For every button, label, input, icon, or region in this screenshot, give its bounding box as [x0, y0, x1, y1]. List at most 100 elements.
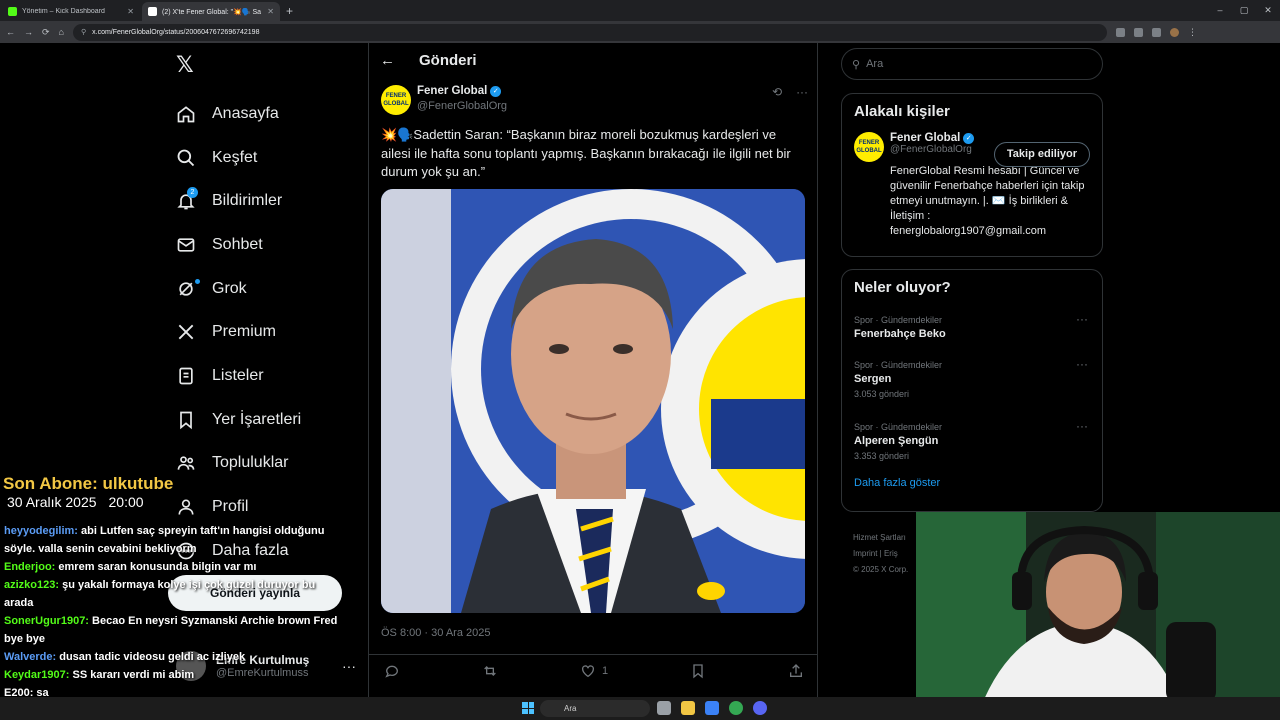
extension-icon[interactable]: [1151, 27, 1161, 37]
trend-more-icon[interactable]: ···: [1076, 419, 1088, 433]
nav-bookmarks[interactable]: Yer İşaretleri: [176, 398, 301, 442]
nav-communities[interactable]: Topluluklar: [176, 442, 301, 486]
taskbar: Ara: [0, 697, 1280, 720]
page-title: Gönderi: [419, 52, 477, 69]
person-bio: FenerGlobal Resmi hesabı | Güncel ve güv…: [890, 165, 1085, 237]
close-tab-icon[interactable]: ✕: [127, 7, 134, 16]
tab-title: Yönetim – Kick Dashboard: [22, 8, 105, 15]
like-button[interactable]: 1: [580, 663, 608, 679]
trend-more-icon[interactable]: ···: [1076, 357, 1088, 371]
store-icon[interactable]: [705, 701, 719, 715]
browser-tab-x[interactable]: (2) X'te Fener Global: "💥🗣️ Sa… ✕: [142, 2, 280, 21]
x-logo-icon[interactable]: 𝕏: [176, 52, 194, 78]
chat-user: Walverde:: [4, 651, 57, 663]
author-avatar[interactable]: FENER GLOBAL: [381, 85, 411, 115]
footer-link[interactable]: Hizmet Şartları: [853, 530, 923, 546]
post-timestamp[interactable]: ÖS 8:00 · 30 Ara 2025: [381, 627, 490, 639]
nav-chat[interactable]: Sohbet: [176, 223, 301, 267]
browser-tab-bar: Yönetim – Kick Dashboard ✕ (2) X'te Fene…: [0, 0, 1280, 21]
footer-links: Hizmet Şartları Imprint | Eriş © 2025 X …: [853, 530, 923, 578]
heart-icon: [581, 665, 594, 678]
tab-title: (2) X'te Fener Global: "💥🗣️ Sa…: [162, 8, 263, 16]
nav-label: Yer İşaretleri: [212, 410, 302, 428]
nav-label: Anasayfa: [212, 104, 279, 122]
account-more-icon[interactable]: ···: [342, 658, 356, 674]
primary-nav: Anasayfa Keşfet 2 Bildirimler Sohbet Gro…: [176, 92, 301, 573]
browser-menu-icon[interactable]: ⋮: [1188, 27, 1197, 38]
back-icon[interactable]: ←: [6, 27, 15, 37]
share-icon: [790, 664, 802, 677]
site-info-icon[interactable]: ⚲: [81, 28, 86, 36]
home-browser-icon[interactable]: ⌂: [59, 27, 64, 37]
search-icon: ⚲: [852, 58, 861, 71]
post-more-icon[interactable]: ···: [796, 85, 808, 99]
bookmark-icon: [693, 664, 703, 679]
nav-lists[interactable]: Listeler: [176, 354, 301, 398]
chat-user: azizko123:: [4, 579, 60, 591]
taskbar-search[interactable]: Ara: [540, 700, 650, 717]
show-more-link[interactable]: Daha fazla göster: [842, 471, 1102, 501]
nav-explore[interactable]: Keşfet: [176, 136, 301, 180]
avatar[interactable]: FENER GLOBAL: [854, 132, 884, 162]
browser-tab-kick[interactable]: Yönetim – Kick Dashboard ✕: [2, 2, 140, 21]
search-input[interactable]: ⚲ Ara: [841, 48, 1103, 80]
discord-icon[interactable]: [753, 701, 767, 715]
nav-grok[interactable]: Grok: [176, 267, 301, 311]
person-handle[interactable]: @FenerGlobalOrg: [890, 144, 974, 155]
nav-label: Premium: [212, 323, 277, 341]
author-name[interactable]: Fener Global: [417, 85, 487, 97]
nav-label: Bildirimler: [212, 192, 283, 210]
post-text: 💥🗣️Sadettin Saran: “Başkanın biraz morel…: [381, 127, 791, 179]
panel-title: Neler oluyor?: [854, 279, 951, 296]
close-tab-icon[interactable]: ✕: [267, 7, 274, 16]
reply-button[interactable]: [384, 663, 400, 679]
stream-date: 30 Aralık 2025: [7, 494, 97, 510]
forward-icon[interactable]: →: [24, 27, 33, 37]
extension-icon[interactable]: [1133, 27, 1143, 37]
nav-notifications[interactable]: 2 Bildirimler: [176, 179, 301, 223]
person-icon: [176, 497, 196, 517]
nav-premium[interactable]: Premium: [176, 310, 301, 354]
minimize-button[interactable]: –: [1208, 0, 1232, 21]
trend-item[interactable]: Spor · Gündemdekiler Alperen Şengün 3.35…: [842, 413, 1102, 471]
trends-panel: Neler oluyor? Spor · Gündemdekiler Fener…: [841, 269, 1103, 512]
trend-item[interactable]: Spor · Gündemdekiler Sergen 3.053 gönder…: [842, 351, 1102, 413]
stream-chat: heyyodegilim: abi Lutfen saç spreyin taf…: [4, 522, 344, 702]
person-name[interactable]: Fener Global: [890, 132, 960, 144]
bookmark-icon: [176, 410, 196, 430]
trend-more-icon[interactable]: ···: [1076, 312, 1088, 326]
search-placeholder: Ara: [866, 58, 884, 70]
close-window-button[interactable]: ✕: [1256, 0, 1280, 21]
nav-label: Grok: [212, 279, 247, 297]
extension-icon[interactable]: [1115, 27, 1125, 37]
list-icon: [176, 366, 196, 386]
chrome-icon[interactable]: [729, 701, 743, 715]
repost-button[interactable]: [482, 663, 498, 679]
maximize-button[interactable]: ▢: [1232, 0, 1256, 21]
bookmark-button[interactable]: [690, 663, 706, 679]
new-tab-button[interactable]: +: [286, 2, 293, 21]
following-button[interactable]: Takip ediliyor: [993, 142, 1090, 167]
trend-category: Spor · Gündemdekiler: [854, 360, 943, 370]
reload-icon[interactable]: ⟳: [42, 27, 50, 38]
author-name-row: Fener Global ✓: [417, 85, 507, 97]
author-handle[interactable]: @FenerGlobalOrg: [417, 100, 507, 112]
repost-icon: [484, 666, 496, 676]
share-button[interactable]: [788, 663, 804, 679]
chat-message: Walverde: dusan tadic videosu geldi ac i…: [4, 648, 344, 666]
grok-explain-icon[interactable]: ⟲: [772, 85, 782, 99]
url-field[interactable]: ⚲ x.com/FenerGlobalOrg/status/2006047672…: [72, 23, 1107, 41]
profile-avatar-icon[interactable]: [1169, 27, 1179, 37]
portrait-image: [381, 189, 805, 613]
kick-favicon-icon: [8, 7, 17, 16]
chat-message: SonerUgur1907: Becao En neysri Syzmanski…: [4, 612, 344, 648]
windows-start-icon[interactable]: [522, 702, 534, 714]
task-view-icon[interactable]: [657, 701, 671, 715]
nav-home[interactable]: Anasayfa: [176, 92, 301, 136]
file-explorer-icon[interactable]: [681, 701, 695, 715]
post-author: FENER GLOBAL Fener Global ✓ @FenerGlobal…: [381, 85, 507, 115]
post-photo[interactable]: [381, 189, 805, 613]
trend-category: Spor · Gündemdekiler: [854, 422, 943, 432]
footer-link[interactable]: Imprint | Eriş: [853, 546, 923, 562]
back-arrow-icon[interactable]: ←: [380, 52, 395, 69]
